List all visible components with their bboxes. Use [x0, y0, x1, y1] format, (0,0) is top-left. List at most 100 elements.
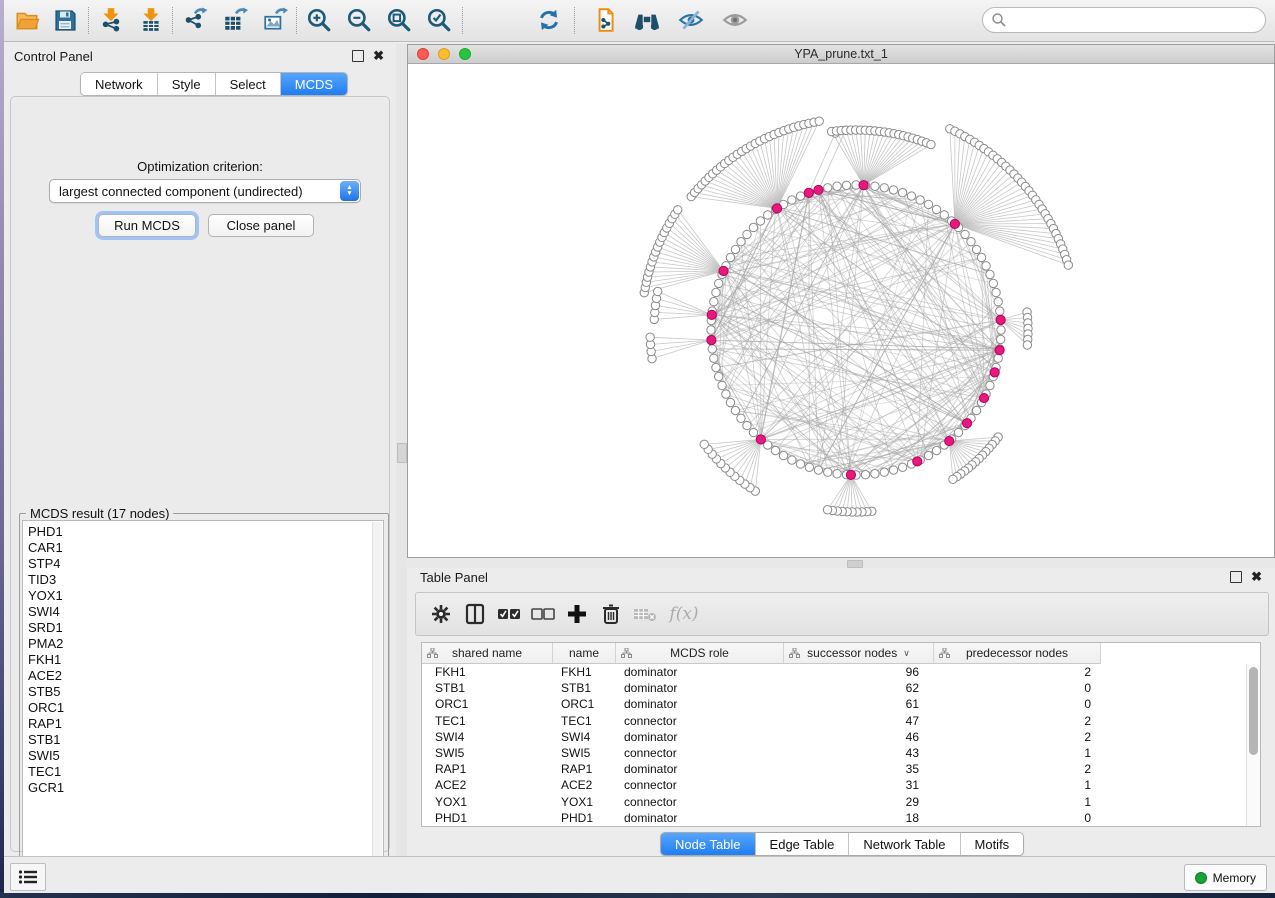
tab-style[interactable]: Style — [158, 73, 216, 95]
mcds-dominator-node[interactable] — [719, 266, 728, 275]
delete-column-button[interactable] — [594, 598, 628, 630]
network-leaf-node[interactable] — [674, 206, 682, 214]
network-node[interactable] — [880, 184, 888, 192]
network-leaf-node[interactable] — [646, 333, 654, 341]
network-node[interactable] — [994, 298, 1002, 306]
network-node[interactable] — [708, 345, 716, 353]
network-node[interactable] — [833, 470, 841, 478]
network-leaf-node[interactable] — [823, 506, 831, 514]
network-node[interactable] — [743, 230, 751, 238]
list-item[interactable]: PMA2 — [28, 636, 64, 652]
table-row[interactable]: YOX1YOX1connector291 — [422, 794, 1246, 810]
network-node[interactable] — [737, 414, 745, 422]
hide-selected-button[interactable] — [674, 4, 708, 36]
mcds-dominator-node[interactable] — [756, 435, 765, 444]
list-item[interactable]: TEC1 — [28, 764, 64, 780]
horizontal-splitter[interactable] — [407, 558, 1275, 568]
list-item[interactable]: STB1 — [28, 732, 64, 748]
list-item[interactable]: SWI5 — [28, 748, 64, 764]
close-panel-button[interactable]: Close panel — [208, 214, 314, 237]
network-node[interactable] — [710, 354, 718, 362]
tab-edge-table[interactable]: Edge Table — [756, 833, 850, 855]
table-row[interactable]: FKH1FKH1dominator962 — [422, 664, 1246, 680]
zoom-in-button[interactable] — [302, 4, 336, 36]
table-row[interactable]: PHD1PHD1dominator180 — [422, 810, 1246, 826]
export-network-button[interactable] — [178, 4, 212, 36]
network-node[interactable] — [749, 223, 757, 231]
list-item[interactable]: PHD1 — [28, 524, 64, 540]
network-node[interactable] — [889, 466, 897, 474]
mcds-dominator-node[interactable] — [979, 393, 988, 402]
network-node[interactable] — [805, 463, 813, 471]
network-node[interactable] — [718, 381, 726, 389]
mcds-dominator-node[interactable] — [995, 346, 1004, 355]
network-node[interactable] — [726, 398, 734, 406]
export-image-button[interactable] — [258, 4, 292, 36]
export-table-button[interactable] — [218, 4, 252, 36]
table-row[interactable]: ORC1ORC1dominator610 — [422, 696, 1246, 712]
network-node[interactable] — [712, 363, 720, 371]
mcds-dominator-node[interactable] — [814, 185, 823, 194]
network-node[interactable] — [788, 196, 796, 204]
network-leaf-node[interactable] — [949, 475, 957, 483]
mcds-dominator-node[interactable] — [950, 219, 959, 228]
tab-node-table[interactable]: Node Table — [661, 833, 756, 855]
network-node[interactable] — [842, 181, 850, 189]
mcds-dominator-node[interactable] — [846, 470, 855, 479]
network-node[interactable] — [977, 253, 985, 261]
network-canvas[interactable] — [408, 64, 1274, 557]
select-all-rows-button[interactable] — [492, 598, 526, 630]
mcds-list-scrollbar[interactable] — [372, 522, 382, 880]
tab-motifs[interactable]: Motifs — [961, 833, 1024, 855]
network-node[interactable] — [967, 238, 975, 246]
show-all-button[interactable] — [718, 4, 752, 36]
table-settings-button[interactable] — [424, 598, 458, 630]
network-node[interactable] — [924, 200, 932, 208]
save-session-button[interactable] — [48, 4, 82, 36]
network-leaf-node[interactable] — [927, 140, 935, 148]
first-neighbors-button[interactable] — [630, 4, 664, 36]
tab-select[interactable]: Select — [216, 73, 281, 95]
search-input[interactable] — [982, 7, 1266, 33]
mcds-dominator-node[interactable] — [913, 457, 922, 466]
close-panel-icon[interactable]: ✖ — [1251, 572, 1262, 582]
network-node[interactable] — [907, 192, 915, 200]
import-table-button[interactable] — [134, 4, 168, 36]
list-item[interactable]: STP4 — [28, 556, 64, 572]
network-node[interactable] — [997, 326, 1005, 334]
table-row[interactable]: RAP1RAP1dominator352 — [422, 761, 1246, 777]
column-header-predecessor-nodes[interactable]: predecessor nodes — [934, 643, 1101, 663]
network-node[interactable] — [743, 421, 751, 429]
list-item[interactable]: STB5 — [28, 684, 64, 700]
network-node[interactable] — [986, 381, 994, 389]
network-node[interactable] — [712, 288, 720, 296]
network-node[interactable] — [954, 428, 962, 436]
network-leaf-node[interactable] — [1023, 341, 1031, 349]
network-node[interactable] — [779, 451, 787, 459]
network-node[interactable] — [771, 446, 779, 454]
column-header-shared-name[interactable]: shared name — [422, 643, 553, 663]
run-mcds-button[interactable]: Run MCDS — [98, 214, 196, 237]
column-header-successor-nodes[interactable]: successor nodes∨ — [784, 643, 934, 663]
network-node[interactable] — [714, 372, 722, 380]
zoom-selected-button[interactable] — [422, 4, 456, 36]
network-node[interactable] — [796, 192, 804, 200]
list-item[interactable]: CAR1 — [28, 540, 64, 556]
tab-mcds[interactable]: MCDS — [281, 73, 347, 95]
tab-network-table[interactable]: Network Table — [849, 833, 960, 855]
list-item[interactable]: RAP1 — [28, 716, 64, 732]
deselect-all-rows-button[interactable] — [526, 598, 560, 630]
network-node[interactable] — [986, 270, 994, 278]
network-node[interactable] — [992, 288, 1000, 296]
network-node[interactable] — [972, 245, 980, 253]
mcds-dominator-node[interactable] — [804, 188, 813, 197]
network-node[interactable] — [796, 460, 804, 468]
network-node[interactable] — [726, 253, 734, 261]
table-row[interactable]: ACE2ACE2connector311 — [422, 777, 1246, 793]
network-node[interactable] — [764, 211, 772, 219]
list-item[interactable]: ACE2 — [28, 668, 64, 684]
vertical-splitter[interactable] — [396, 44, 407, 856]
apply-layout-button[interactable] — [532, 4, 566, 36]
scrollbar-thumb[interactable] — [1249, 667, 1258, 755]
column-header-name[interactable]: name — [553, 643, 616, 663]
